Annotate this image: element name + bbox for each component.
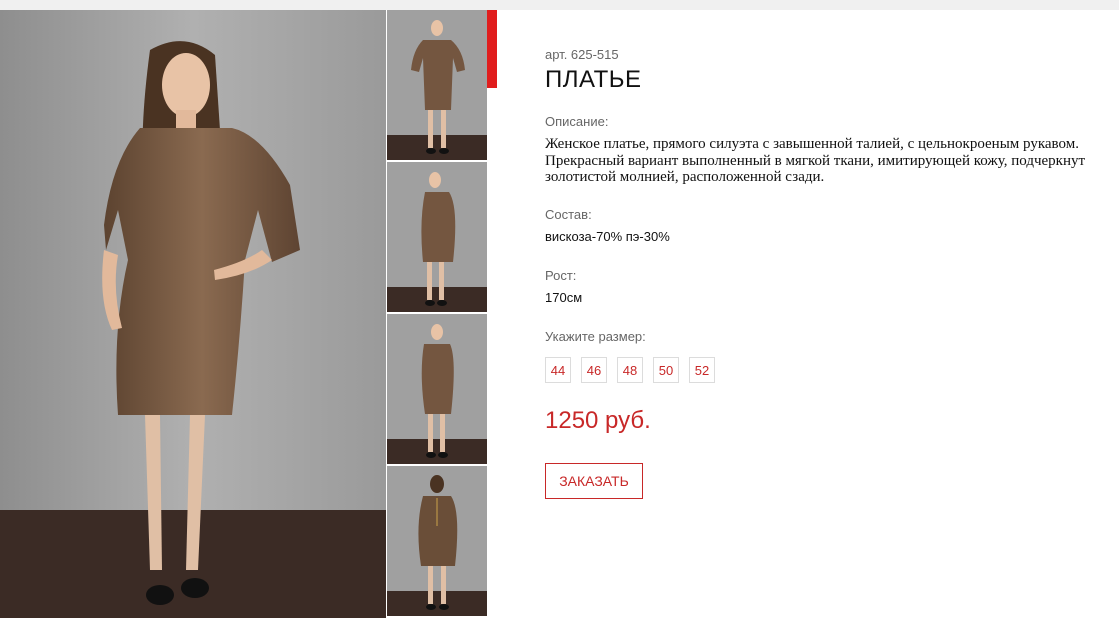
accent-bar [487, 10, 497, 88]
main-product-photo[interactable] [0, 10, 386, 618]
thumbnail-1[interactable] [387, 10, 487, 160]
size-option-44[interactable]: 44 [545, 357, 571, 383]
description-line: Прекрасный вариант выполненный в мягкой … [545, 152, 1086, 169]
product-price: 1250 руб. [545, 407, 651, 434]
thumbnail-3[interactable] [387, 314, 487, 464]
size-option-48[interactable]: 48 [617, 357, 643, 383]
height-label: Рост: [545, 268, 577, 283]
size-label: Укажите размер: [545, 329, 646, 344]
composition-value: вискоза-70% пэ-30% [545, 229, 670, 244]
description-line: Женское платье, прямого силуэта с завыше… [545, 136, 1079, 152]
thumbnail-2[interactable] [387, 162, 487, 312]
product-info: арт. 625-515 ПЛАТЬЕ Описание: Женское пл… [545, 10, 1119, 618]
size-option-50[interactable]: 50 [653, 357, 679, 383]
description-label: Описание: [545, 114, 609, 129]
top-bar [0, 0, 1119, 10]
product-gallery [0, 10, 487, 618]
article-number: арт. 625-515 [545, 47, 619, 62]
thumbnail-strip [387, 10, 487, 618]
height-value: 170см [545, 290, 583, 305]
description-line: золотистой молнией, расположенной сзади. [545, 169, 825, 185]
size-selector: 44 46 48 50 52 [545, 357, 715, 383]
composition-label: Состав: [545, 207, 592, 222]
order-button[interactable]: ЗАКАЗАТЬ [545, 463, 643, 499]
description-text: Женское платье, прямого силуэта с завыше… [545, 136, 1119, 186]
size-option-46[interactable]: 46 [581, 357, 607, 383]
thumbnail-4[interactable] [387, 466, 487, 616]
size-option-52[interactable]: 52 [689, 357, 715, 383]
product-title: ПЛАТЬЕ [545, 66, 642, 93]
